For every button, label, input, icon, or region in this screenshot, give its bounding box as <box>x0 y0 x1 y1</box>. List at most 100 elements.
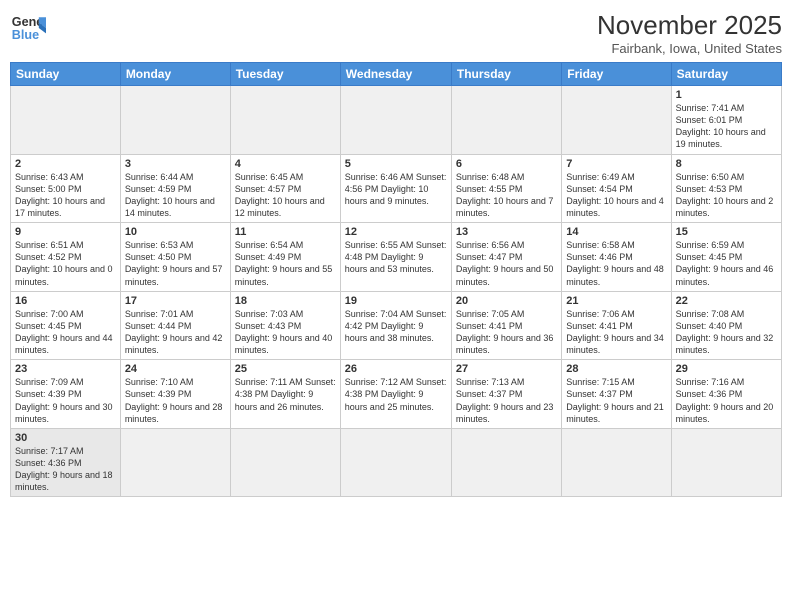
calendar-cell <box>120 428 230 497</box>
day-info: Sunrise: 6:54 AM Sunset: 4:49 PM Dayligh… <box>235 239 336 288</box>
calendar-cell: 5Sunrise: 6:46 AM Sunset: 4:56 PM Daylig… <box>340 154 451 223</box>
calendar-cell: 6Sunrise: 6:48 AM Sunset: 4:55 PM Daylig… <box>451 154 561 223</box>
calendar-cell <box>120 86 230 155</box>
day-number: 22 <box>676 295 777 307</box>
day-info: Sunrise: 6:43 AM Sunset: 5:00 PM Dayligh… <box>15 171 116 220</box>
calendar-cell: 15Sunrise: 6:59 AM Sunset: 4:45 PM Dayli… <box>671 223 781 292</box>
day-number: 26 <box>345 363 447 375</box>
day-info: Sunrise: 6:46 AM Sunset: 4:56 PM Dayligh… <box>345 171 447 207</box>
title-block: November 2025 Fairbank, Iowa, United Sta… <box>597 10 782 56</box>
logo: General Blue <box>10 10 46 46</box>
day-info: Sunrise: 6:58 AM Sunset: 4:46 PM Dayligh… <box>566 239 666 288</box>
day-number: 30 <box>15 432 116 444</box>
day-header-tuesday: Tuesday <box>230 63 340 86</box>
calendar-cell <box>451 86 561 155</box>
calendar-week-row: 16Sunrise: 7:00 AM Sunset: 4:45 PM Dayli… <box>11 291 782 360</box>
calendar-cell <box>340 428 451 497</box>
calendar-cell: 16Sunrise: 7:00 AM Sunset: 4:45 PM Dayli… <box>11 291 121 360</box>
day-info: Sunrise: 7:41 AM Sunset: 6:01 PM Dayligh… <box>676 102 777 151</box>
calendar-cell: 21Sunrise: 7:06 AM Sunset: 4:41 PM Dayli… <box>562 291 671 360</box>
calendar-cell <box>340 86 451 155</box>
subtitle: Fairbank, Iowa, United States <box>597 41 782 56</box>
day-number: 27 <box>456 363 557 375</box>
day-info: Sunrise: 6:53 AM Sunset: 4:50 PM Dayligh… <box>125 239 226 288</box>
calendar-cell: 27Sunrise: 7:13 AM Sunset: 4:37 PM Dayli… <box>451 360 561 429</box>
day-info: Sunrise: 7:17 AM Sunset: 4:36 PM Dayligh… <box>15 445 116 494</box>
day-info: Sunrise: 6:56 AM Sunset: 4:47 PM Dayligh… <box>456 239 557 288</box>
day-number: 4 <box>235 158 336 170</box>
day-number: 13 <box>456 226 557 238</box>
calendar-cell: 28Sunrise: 7:15 AM Sunset: 4:37 PM Dayli… <box>562 360 671 429</box>
day-number: 11 <box>235 226 336 238</box>
day-number: 20 <box>456 295 557 307</box>
day-info: Sunrise: 6:49 AM Sunset: 4:54 PM Dayligh… <box>566 171 666 220</box>
calendar-cell: 14Sunrise: 6:58 AM Sunset: 4:46 PM Dayli… <box>562 223 671 292</box>
day-header-thursday: Thursday <box>451 63 561 86</box>
day-number: 6 <box>456 158 557 170</box>
day-info: Sunrise: 7:08 AM Sunset: 4:40 PM Dayligh… <box>676 308 777 357</box>
calendar-cell: 7Sunrise: 6:49 AM Sunset: 4:54 PM Daylig… <box>562 154 671 223</box>
calendar-cell: 19Sunrise: 7:04 AM Sunset: 4:42 PM Dayli… <box>340 291 451 360</box>
calendar-cell: 17Sunrise: 7:01 AM Sunset: 4:44 PM Dayli… <box>120 291 230 360</box>
day-info: Sunrise: 6:51 AM Sunset: 4:52 PM Dayligh… <box>15 239 116 288</box>
calendar-cell: 25Sunrise: 7:11 AM Sunset: 4:38 PM Dayli… <box>230 360 340 429</box>
day-info: Sunrise: 7:12 AM Sunset: 4:38 PM Dayligh… <box>345 376 447 412</box>
day-number: 21 <box>566 295 666 307</box>
day-number: 23 <box>15 363 116 375</box>
day-info: Sunrise: 7:10 AM Sunset: 4:39 PM Dayligh… <box>125 376 226 425</box>
day-info: Sunrise: 7:06 AM Sunset: 4:41 PM Dayligh… <box>566 308 666 357</box>
calendar-cell: 3Sunrise: 6:44 AM Sunset: 4:59 PM Daylig… <box>120 154 230 223</box>
calendar-week-row: 9Sunrise: 6:51 AM Sunset: 4:52 PM Daylig… <box>11 223 782 292</box>
calendar-table: SundayMondayTuesdayWednesdayThursdayFrid… <box>10 62 782 497</box>
day-number: 3 <box>125 158 226 170</box>
day-info: Sunrise: 6:45 AM Sunset: 4:57 PM Dayligh… <box>235 171 336 220</box>
day-number: 17 <box>125 295 226 307</box>
day-info: Sunrise: 7:03 AM Sunset: 4:43 PM Dayligh… <box>235 308 336 357</box>
day-header-monday: Monday <box>120 63 230 86</box>
day-number: 15 <box>676 226 777 238</box>
day-info: Sunrise: 7:00 AM Sunset: 4:45 PM Dayligh… <box>15 308 116 357</box>
day-number: 9 <box>15 226 116 238</box>
day-number: 7 <box>566 158 666 170</box>
day-header-friday: Friday <box>562 63 671 86</box>
calendar-cell: 26Sunrise: 7:12 AM Sunset: 4:38 PM Dayli… <box>340 360 451 429</box>
day-info: Sunrise: 7:13 AM Sunset: 4:37 PM Dayligh… <box>456 376 557 425</box>
day-info: Sunrise: 6:55 AM Sunset: 4:48 PM Dayligh… <box>345 239 447 275</box>
day-info: Sunrise: 6:44 AM Sunset: 4:59 PM Dayligh… <box>125 171 226 220</box>
day-info: Sunrise: 7:16 AM Sunset: 4:36 PM Dayligh… <box>676 376 777 425</box>
day-info: Sunrise: 6:50 AM Sunset: 4:53 PM Dayligh… <box>676 171 777 220</box>
day-number: 25 <box>235 363 336 375</box>
day-info: Sunrise: 7:15 AM Sunset: 4:37 PM Dayligh… <box>566 376 666 425</box>
day-number: 5 <box>345 158 447 170</box>
calendar-cell <box>562 86 671 155</box>
calendar-cell: 20Sunrise: 7:05 AM Sunset: 4:41 PM Dayli… <box>451 291 561 360</box>
calendar-cell: 18Sunrise: 7:03 AM Sunset: 4:43 PM Dayli… <box>230 291 340 360</box>
calendar-header-row: SundayMondayTuesdayWednesdayThursdayFrid… <box>11 63 782 86</box>
calendar-cell: 8Sunrise: 6:50 AM Sunset: 4:53 PM Daylig… <box>671 154 781 223</box>
main-title: November 2025 <box>597 10 782 41</box>
day-header-wednesday: Wednesday <box>340 63 451 86</box>
logo-icon: General Blue <box>10 10 46 46</box>
calendar-cell: 24Sunrise: 7:10 AM Sunset: 4:39 PM Dayli… <box>120 360 230 429</box>
day-number: 29 <box>676 363 777 375</box>
day-number: 2 <box>15 158 116 170</box>
calendar-cell <box>230 86 340 155</box>
calendar-cell: 1Sunrise: 7:41 AM Sunset: 6:01 PM Daylig… <box>671 86 781 155</box>
day-info: Sunrise: 7:05 AM Sunset: 4:41 PM Dayligh… <box>456 308 557 357</box>
calendar-week-row: 30Sunrise: 7:17 AM Sunset: 4:36 PM Dayli… <box>11 428 782 497</box>
calendar-cell: 22Sunrise: 7:08 AM Sunset: 4:40 PM Dayli… <box>671 291 781 360</box>
day-info: Sunrise: 7:09 AM Sunset: 4:39 PM Dayligh… <box>15 376 116 425</box>
day-number: 8 <box>676 158 777 170</box>
day-info: Sunrise: 7:11 AM Sunset: 4:38 PM Dayligh… <box>235 376 336 412</box>
calendar-week-row: 2Sunrise: 6:43 AM Sunset: 5:00 PM Daylig… <box>11 154 782 223</box>
day-info: Sunrise: 6:59 AM Sunset: 4:45 PM Dayligh… <box>676 239 777 288</box>
svg-text:Blue: Blue <box>12 28 39 42</box>
calendar-cell <box>671 428 781 497</box>
day-number: 12 <box>345 226 447 238</box>
day-info: Sunrise: 6:48 AM Sunset: 4:55 PM Dayligh… <box>456 171 557 220</box>
day-number: 24 <box>125 363 226 375</box>
header: General Blue November 2025 Fairbank, Iow… <box>10 10 782 56</box>
day-number: 28 <box>566 363 666 375</box>
day-number: 10 <box>125 226 226 238</box>
calendar-cell: 23Sunrise: 7:09 AM Sunset: 4:39 PM Dayli… <box>11 360 121 429</box>
